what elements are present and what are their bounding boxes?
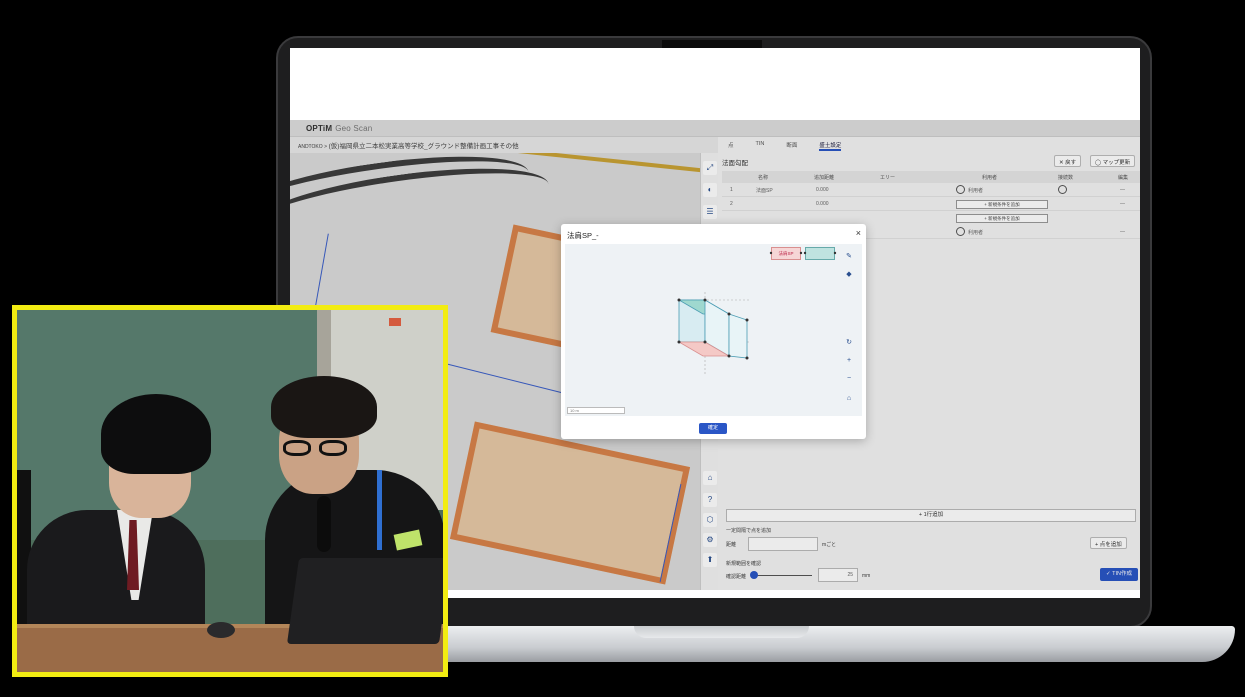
microphone-icon [317,496,331,552]
ruler-icon[interactable]: ✎ [841,250,857,264]
dialog-canvas[interactable]: 法肩SP ✎ ◆ ↻ + − ⌂ 10 m [565,244,862,416]
scale-bar: 10 m [567,407,625,414]
mouse-icon [207,622,235,638]
confirm-button[interactable]: 確定 [699,423,727,434]
plus-icon[interactable]: + [841,354,857,368]
photo-lanyard [377,470,382,550]
eraser-icon[interactable]: ◆ [841,268,857,282]
inset-photo [12,305,448,677]
photo-sign [389,318,401,326]
close-icon[interactable]: × [856,228,861,238]
slope-diagram [677,251,837,374]
glasses-icon [283,440,349,456]
stage: OPTiM Geo Scan ANDTOKO > (仮)福岡県立二本松実業高等学校… [0,0,1245,697]
slope-dialog: 法肩SP_- × 法肩SP ✎ ◆ ↻ + − ⌂ 10 m 確定 [561,224,866,439]
photo-student-hair [101,394,211,474]
minus-icon[interactable]: − [841,372,857,386]
dialog-title: 法肩SP_- [567,231,599,240]
photo-presenter-hair [271,376,377,438]
home-icon[interactable]: ⌂ [841,392,857,406]
photo-laptop [286,558,443,644]
rotate-icon[interactable]: ↻ [841,336,857,350]
laptop-groove [634,626,809,638]
